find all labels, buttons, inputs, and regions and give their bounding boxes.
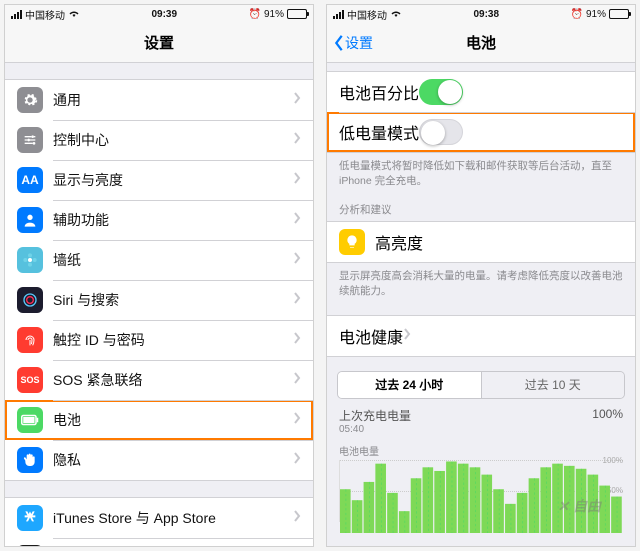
- suggestion-title: 高亮度: [375, 230, 423, 254]
- person-icon: [17, 207, 43, 233]
- status-bar: 中国移动 09:38 ⏰ 91%: [327, 5, 635, 23]
- low-power-note: 低电量模式将暂时降低如下载和邮件获取等后台活动，直至 iPhone 完全充电。: [327, 153, 635, 188]
- chevron-right-icon: [293, 371, 301, 389]
- seg-10d[interactable]: 过去 10 天: [481, 372, 625, 398]
- page-title: 电池: [466, 32, 496, 53]
- row-low-power-mode[interactable]: 低电量模式: [327, 112, 635, 152]
- row-sos[interactable]: SOS SOS 紧急联络: [5, 360, 313, 400]
- flower-icon: [17, 247, 43, 273]
- carrier-label: 中国移动: [25, 7, 65, 22]
- nav-header: 设置 电池: [327, 23, 635, 63]
- back-button[interactable]: 设置: [333, 23, 373, 62]
- chevron-right-icon: [293, 211, 301, 229]
- row-accessibility[interactable]: 辅助功能: [5, 200, 313, 240]
- row-label: 通用: [53, 90, 293, 110]
- row-control-center[interactable]: 控制中心: [5, 120, 313, 160]
- battery-icon: [17, 407, 43, 433]
- fingerprint-icon: [17, 327, 43, 353]
- sos-icon: SOS: [17, 367, 43, 393]
- clock: 09:38: [473, 9, 499, 20]
- row-label: Siri 与搜索: [53, 290, 293, 310]
- battery-usage-chart: 100% 50% ✕ 自由: [339, 460, 623, 522]
- wifi-icon: [390, 8, 402, 21]
- row-wallet[interactable]: 钱包与 Apple Pay: [5, 538, 313, 546]
- section-suggestions: 分析和建议: [327, 188, 635, 221]
- page-title: 设置: [144, 32, 174, 53]
- row-suggestion-brightness[interactable]: 高亮度: [327, 222, 635, 262]
- chevron-right-icon: [293, 331, 301, 349]
- row-wallpaper[interactable]: 墙纸: [5, 240, 313, 280]
- row-label: SOS 紧急联络: [53, 370, 293, 390]
- battery-pct: 91%: [264, 9, 284, 20]
- last-charge-label: 上次充电电量: [339, 407, 411, 424]
- battery-percentage-label: 电池百分比: [339, 80, 419, 104]
- alarm-icon: ⏰: [571, 9, 583, 20]
- row-label: 控制中心: [53, 130, 293, 150]
- phone-battery: 中国移动 09:38 ⏰ 91% 设置 电池 电池百分比 低电量模式 低电量模: [326, 4, 636, 547]
- chevron-right-icon: [293, 291, 301, 309]
- chart-title: 电池电量: [327, 437, 635, 460]
- chevron-right-icon: [293, 91, 301, 109]
- row-label: 显示与亮度: [53, 170, 293, 190]
- alarm-icon: ⏰: [249, 9, 261, 20]
- low-power-label: 低电量模式: [339, 120, 419, 144]
- suggestion-note: 显示屏亮度高会消耗大量的电量。请考虑降低亮度以改善电池续航能力。: [327, 263, 635, 298]
- chevron-right-icon: [293, 171, 301, 189]
- wallet-icon: [17, 545, 43, 546]
- chevron-right-icon: [403, 327, 411, 345]
- aa-icon: AA: [17, 167, 43, 193]
- signal-icon: [11, 10, 22, 19]
- row-label: iTunes Store 与 App Store: [53, 508, 293, 528]
- row-label: 电池: [53, 410, 293, 430]
- row-label: 墙纸: [53, 250, 293, 270]
- row-privacy[interactable]: 隐私: [5, 440, 313, 480]
- row-label: 隐私: [53, 450, 293, 470]
- seg-24h[interactable]: 过去 24 小时: [338, 372, 481, 398]
- battery-pct: 91%: [586, 9, 606, 20]
- chevron-right-icon: [293, 411, 301, 429]
- status-bar: 中国移动 09:39 ⏰ 91%: [5, 5, 313, 23]
- battery-health-label: 电池健康: [339, 324, 403, 348]
- row-label: 辅助功能: [53, 210, 293, 230]
- row-battery-percentage[interactable]: 电池百分比: [327, 72, 635, 112]
- row-touchid[interactable]: 触控 ID 与密码: [5, 320, 313, 360]
- last-charge-time: 05:40: [327, 424, 635, 437]
- row-label: 触控 ID 与密码: [53, 330, 293, 350]
- sliders-icon: [17, 127, 43, 153]
- appstore-icon: [17, 505, 43, 531]
- toggle-low-power-mode[interactable]: [419, 119, 463, 145]
- chevron-right-icon: [293, 509, 301, 527]
- wifi-icon: [68, 8, 80, 21]
- nav-header: 设置: [5, 23, 313, 63]
- carrier-label: 中国移动: [347, 7, 387, 22]
- clock: 09:39: [151, 9, 177, 20]
- battery-icon: [287, 9, 307, 19]
- watermark: ✕ 自由: [557, 496, 601, 516]
- gear-icon: [17, 87, 43, 113]
- last-charge-pct: 100%: [592, 407, 623, 424]
- chevron-right-icon: [293, 251, 301, 269]
- battery-content[interactable]: 电池百分比 低电量模式 低电量模式将暂时降低如下载和邮件获取等后台活动，直至 i…: [327, 63, 635, 546]
- row-general[interactable]: 通用: [5, 80, 313, 120]
- toggle-battery-percentage[interactable]: [419, 79, 463, 105]
- chevron-right-icon: [293, 451, 301, 469]
- row-itunes[interactable]: iTunes Store 与 App Store: [5, 498, 313, 538]
- battery-icon: [609, 9, 629, 19]
- hand-icon: [17, 447, 43, 473]
- row-siri[interactable]: Siri 与搜索: [5, 280, 313, 320]
- bulb-icon: [339, 229, 365, 255]
- siri-icon: [17, 287, 43, 313]
- row-display[interactable]: AA 显示与亮度: [5, 160, 313, 200]
- back-label: 设置: [345, 33, 373, 53]
- chevron-right-icon: [293, 131, 301, 149]
- phone-settings: 中国移动 09:39 ⏰ 91% 设置 通用控制中心 AA 显示与亮度辅助功能墙纸 S…: [4, 4, 314, 547]
- segmented-range[interactable]: 过去 24 小时 过去 10 天: [337, 371, 625, 399]
- settings-list[interactable]: 通用控制中心AA显示与亮度辅助功能墙纸Siri 与搜索触控 ID 与密码SOSS…: [5, 63, 313, 546]
- signal-icon: [333, 10, 344, 19]
- row-battery-health[interactable]: 电池健康: [327, 316, 635, 356]
- row-battery[interactable]: 电池: [5, 400, 313, 440]
